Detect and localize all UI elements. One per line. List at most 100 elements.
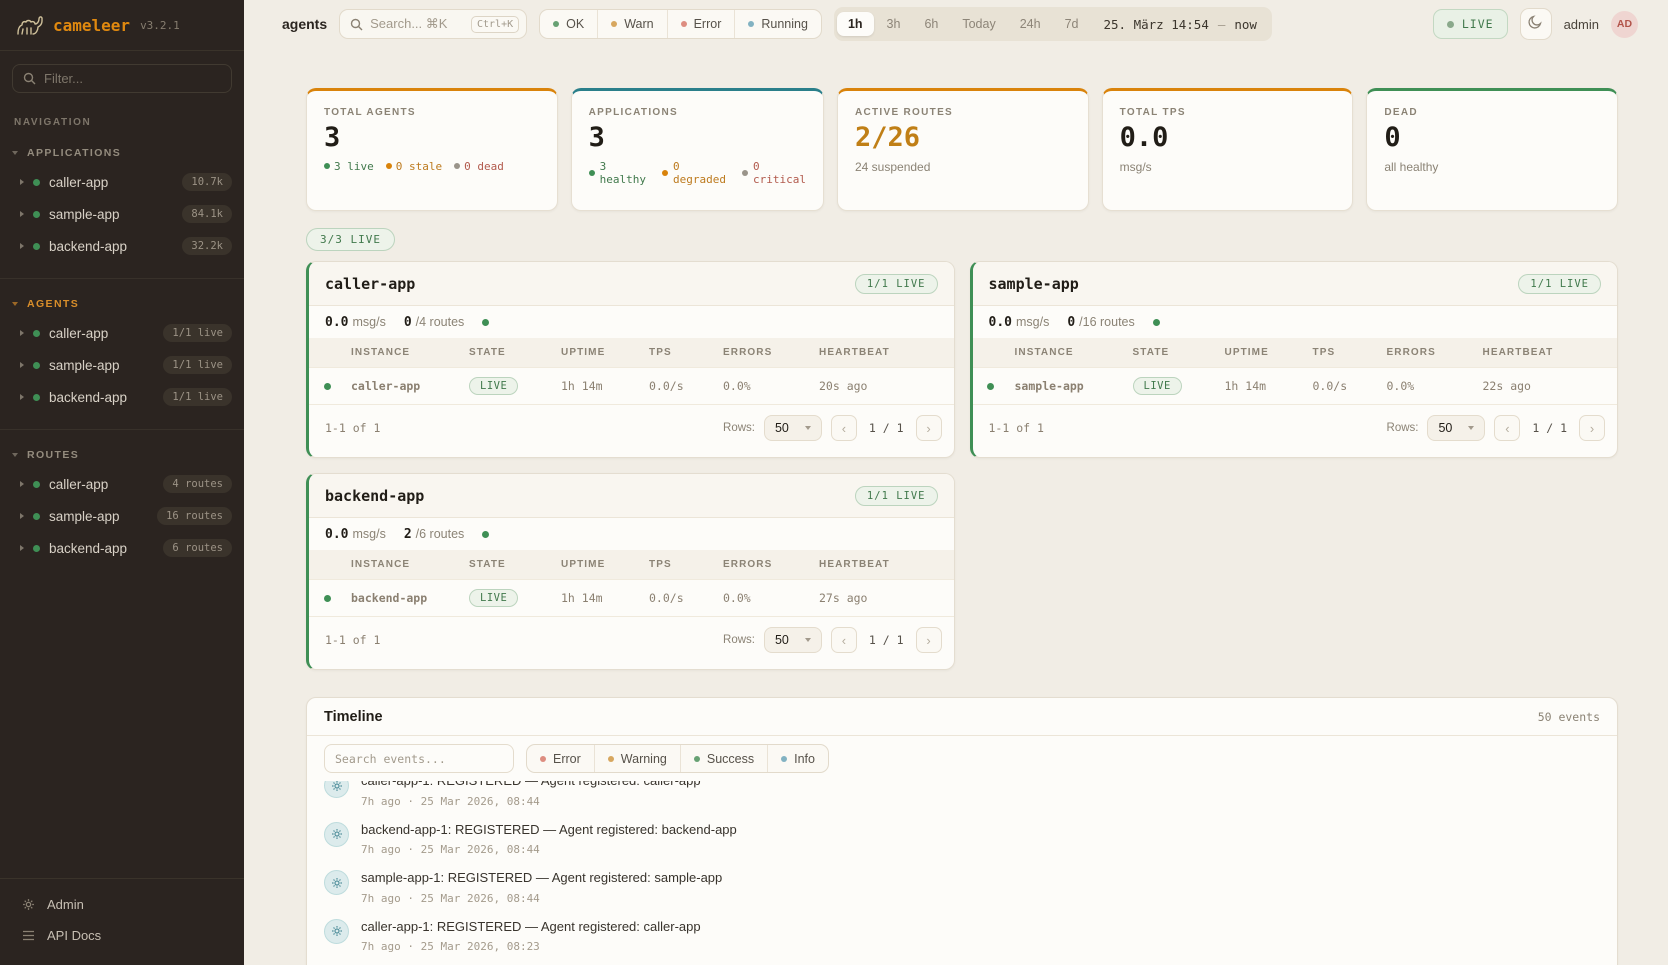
sidebar-item-api-docs[interactable]: API Docs bbox=[0, 920, 244, 951]
state-badge: LIVE bbox=[469, 589, 518, 607]
item-badge: 84.1k bbox=[182, 205, 232, 223]
filter-chip-running[interactable]: Running bbox=[734, 10, 821, 38]
status-dot bbox=[33, 179, 40, 186]
avatar[interactable]: AD bbox=[1611, 11, 1638, 38]
chevron-right-icon bbox=[20, 481, 24, 487]
sidebar-item-sample-app[interactable]: sample-app 84.1k bbox=[0, 198, 244, 230]
sidebar-item-admin[interactable]: Admin bbox=[0, 889, 244, 920]
timeline-event[interactable]: caller-app-1: REGISTERED — Agent registe… bbox=[324, 781, 1600, 815]
stat-value: 3 bbox=[589, 123, 806, 153]
prev-page-button[interactable]: ‹ bbox=[831, 627, 857, 653]
range-button-3h[interactable]: 3h bbox=[876, 12, 912, 36]
status-dot bbox=[33, 330, 40, 337]
prev-page-button[interactable]: ‹ bbox=[831, 415, 857, 441]
sidebar-item-sample-app[interactable]: sample-app 16 routes bbox=[0, 500, 244, 532]
rows-per-page-select[interactable]: 50 bbox=[1427, 415, 1485, 441]
filter-chip-ok[interactable]: OK bbox=[540, 10, 597, 38]
next-page-button[interactable]: › bbox=[916, 415, 942, 441]
time-separator: — bbox=[1218, 17, 1226, 32]
event-title: backend-app-1: REGISTERED — Agent regist… bbox=[361, 822, 737, 838]
col-tps: TPS bbox=[643, 338, 717, 368]
item-label: caller-app bbox=[49, 175, 173, 190]
filter-chip-error[interactable]: Error bbox=[527, 745, 594, 772]
filter-chip-info[interactable]: Info bbox=[767, 745, 828, 772]
chevron-down-icon bbox=[805, 638, 811, 642]
filter-chip-warning[interactable]: Warning bbox=[594, 745, 680, 772]
col-errors: ERRORS bbox=[1381, 338, 1477, 368]
chip-label: OK bbox=[566, 17, 584, 31]
sidebar-item-caller-app[interactable]: caller-app 10.7k bbox=[0, 166, 244, 198]
col-state: STATE bbox=[1127, 338, 1219, 368]
timeline-events-list[interactable]: caller-app-1: REGISTERED — Agent registe… bbox=[307, 781, 1617, 965]
tps-stat: 0.0msg/s bbox=[325, 527, 386, 542]
timeline-event[interactable]: caller-app-1: REGISTERED — Agent registe… bbox=[324, 912, 1600, 961]
time-range-group: 1h 3h 6h Today 24h 7d 25. März 14:54 — n… bbox=[834, 7, 1272, 41]
section-header-applications[interactable]: APPLICATIONS bbox=[0, 136, 244, 166]
filter-chip-error[interactable]: Error bbox=[667, 10, 735, 38]
page-indicator: 1 / 1 bbox=[866, 633, 907, 647]
stat-card-active-routes: ACTIVE ROUTES 2/26 24 suspended bbox=[837, 88, 1089, 211]
breakdown-live: 3 live bbox=[324, 160, 374, 173]
app-version: v3.2.1 bbox=[140, 19, 180, 32]
stat-card-applications: APPLICATIONS 3 3 healthy 0 de bbox=[571, 88, 824, 211]
state-badge: LIVE bbox=[1133, 377, 1182, 395]
range-button-today[interactable]: Today bbox=[951, 12, 1006, 36]
uptime-cell: 1h 14m bbox=[1219, 368, 1307, 405]
stat-label: ACTIVE ROUTES bbox=[855, 107, 1071, 118]
item-badge: 10.7k bbox=[182, 173, 232, 191]
breakdown-dead: 0 dead bbox=[454, 160, 504, 173]
timeline-event[interactable]: backend-app-1: REGISTERED — Agent regist… bbox=[324, 815, 1600, 864]
sidebar-filter-input[interactable]: Filter... bbox=[12, 64, 232, 93]
instance-row[interactable]: caller-app LIVE 1h 14m 0.0/s 0.0% 20s ag… bbox=[309, 368, 954, 405]
rows-label: Rows: bbox=[723, 422, 755, 434]
timeline-event[interactable]: sample-app-1: REGISTERED — Agent registe… bbox=[324, 863, 1600, 912]
chevron-right-icon bbox=[20, 394, 24, 400]
table-footer: 1-1 of 1 Rows: 50 ‹ 1 / 1 › bbox=[973, 404, 1618, 453]
theme-toggle-button[interactable] bbox=[1520, 8, 1552, 40]
rows-per-page-select[interactable]: 50 bbox=[764, 627, 822, 653]
filter-chip-success[interactable]: Success bbox=[680, 745, 767, 772]
col-uptime: UPTIME bbox=[1219, 338, 1307, 368]
next-page-button[interactable]: › bbox=[1579, 415, 1605, 441]
range-button-24h[interactable]: 24h bbox=[1009, 12, 1052, 36]
error-dot bbox=[540, 756, 546, 762]
timeline-search-input[interactable]: Search events... bbox=[324, 744, 514, 773]
chip-label: Warn bbox=[624, 17, 653, 31]
prev-page-button[interactable]: ‹ bbox=[1494, 415, 1520, 441]
timeline-filters: Search events... Error Warning Success bbox=[307, 736, 1617, 781]
live-status-badge[interactable]: LIVE bbox=[1433, 9, 1508, 39]
range-button-6h[interactable]: 6h bbox=[913, 12, 949, 36]
filter-chip-warn[interactable]: Warn bbox=[597, 10, 666, 38]
sidebar-item-backend-app[interactable]: backend-app 1/1 live bbox=[0, 381, 244, 413]
sidebar-footer: Admin API Docs bbox=[0, 878, 244, 965]
item-label: caller-app bbox=[49, 477, 154, 492]
section-header-agents[interactable]: AGENTS bbox=[0, 287, 244, 317]
sidebar-item-caller-app[interactable]: caller-app 4 routes bbox=[0, 468, 244, 500]
rows-per-page-select[interactable]: 50 bbox=[764, 415, 822, 441]
search-input[interactable]: Search... ⌘K Ctrl+K bbox=[339, 9, 527, 39]
uptime-cell: 1h 14m bbox=[555, 580, 643, 617]
instances-table: INSTANCE STATE UPTIME TPS ERRORS HEARTBE… bbox=[973, 338, 1618, 404]
gear-event-icon bbox=[324, 919, 349, 944]
sidebar-item-caller-app[interactable]: caller-app 1/1 live bbox=[0, 317, 244, 349]
sidebar-item-backend-app[interactable]: backend-app 32.2k bbox=[0, 230, 244, 262]
sidebar-item-backend-app[interactable]: backend-app 6 routes bbox=[0, 532, 244, 564]
stat-label: TOTAL TPS bbox=[1120, 107, 1336, 118]
stat-value: 2/26 bbox=[855, 123, 1071, 153]
chevron-down-icon bbox=[1468, 426, 1474, 430]
instance-row[interactable]: backend-app LIVE 1h 14m 0.0/s 0.0% 27s a… bbox=[309, 580, 954, 617]
sidebar-item-sample-app[interactable]: sample-app 1/1 live bbox=[0, 349, 244, 381]
stat-card-total-tps: TOTAL TPS 0.0 msg/s bbox=[1102, 88, 1354, 211]
chip-label: Error bbox=[694, 17, 722, 31]
col-state: STATE bbox=[463, 550, 555, 580]
range-button-1h[interactable]: 1h bbox=[837, 12, 874, 36]
app-card-sample-app: sample-app 1/1 LIVE 0.0msg/s 0/16 routes… bbox=[970, 261, 1619, 458]
col-instance: INSTANCE bbox=[1009, 338, 1127, 368]
instance-row[interactable]: sample-app LIVE 1h 14m 0.0/s 0.0% 22s ag… bbox=[973, 368, 1618, 405]
next-page-button[interactable]: › bbox=[916, 627, 942, 653]
timeline-title: Timeline bbox=[324, 709, 383, 725]
breakdown-text: 3 live bbox=[334, 160, 374, 173]
range-button-7d[interactable]: 7d bbox=[1054, 12, 1090, 36]
keyboard-shortcut-badge: Ctrl+K bbox=[471, 16, 519, 33]
section-header-routes[interactable]: ROUTES bbox=[0, 438, 244, 468]
